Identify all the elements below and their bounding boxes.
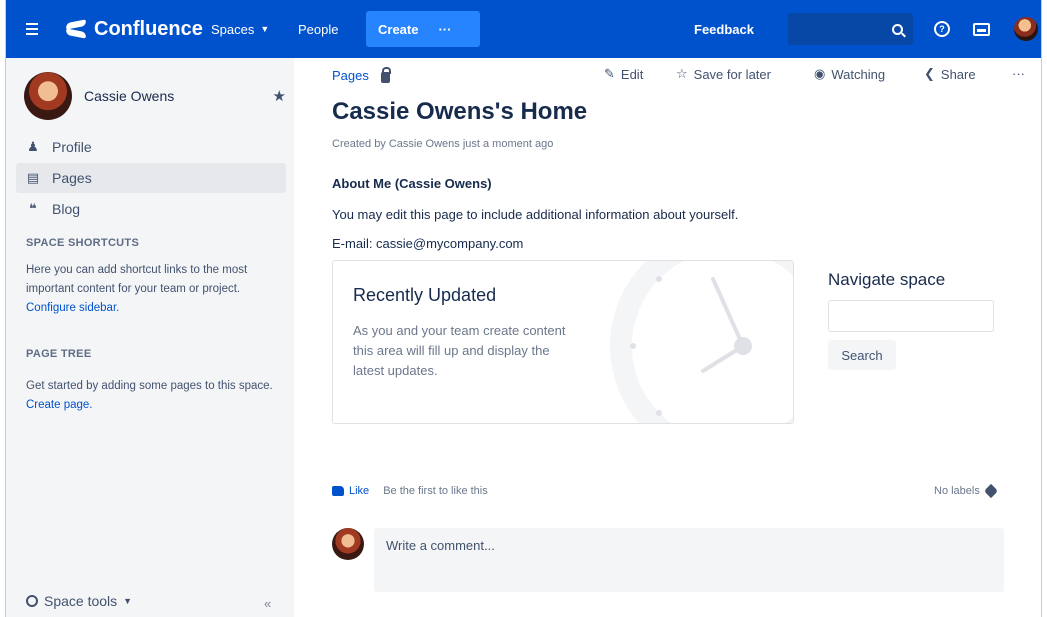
eye-icon: ◉ (814, 66, 826, 81)
more-icon[interactable]: ··· (438, 22, 451, 37)
user-menu[interactable] (1014, 0, 1038, 58)
recently-updated-title: Recently Updated (353, 285, 497, 305)
share-button[interactable]: ❮ Share (924, 66, 976, 82)
tag-icon[interactable] (983, 483, 998, 499)
confluence-logo-icon (66, 19, 86, 39)
sidebar-item-profile[interactable]: ♟ Profile (16, 132, 286, 162)
create-page-link[interactable]: Create page. (26, 399, 93, 411)
like-label: Like (349, 485, 370, 497)
notifications-button[interactable] (973, 0, 990, 58)
watching-button[interactable]: ◉ Watching (814, 66, 885, 82)
shortcuts-description: Here you can add shortcut links to the m… (26, 264, 248, 295)
sidebar-item-label: Pages (52, 170, 92, 186)
confluence-logo[interactable]: Confluence (66, 0, 203, 58)
watch-label: Watching (831, 66, 886, 82)
like-note: Be the first to like this (383, 485, 488, 497)
create-button[interactable]: Create ··· (366, 11, 480, 47)
create-area: Create ··· (366, 0, 480, 58)
quote-icon: ❝ (29, 201, 37, 216)
labels-area: No labels (934, 483, 998, 499)
thumbs-up-icon (332, 486, 344, 496)
recently-updated-text: As you and your team create content this… (353, 323, 566, 378)
sidebar-item-label: Profile (52, 139, 92, 155)
search-input[interactable] (788, 13, 913, 45)
comment-avatar (332, 528, 364, 560)
labels-text: No labels (934, 485, 980, 497)
top-nav-bar: Confluence Spaces ▼ People Create ··· Fe… (6, 0, 1041, 58)
edit-label: Edit (620, 66, 644, 82)
save-label: Save for later (693, 66, 771, 82)
sidebar-item-label: Blog (52, 201, 81, 217)
lock-icon[interactable] (380, 66, 391, 83)
page-tree-description: Get started by adding some pages to this… (26, 380, 273, 392)
pages-icon: ▤ (26, 170, 40, 185)
navigate-search-button[interactable]: Search (828, 340, 896, 370)
pencil-icon: ✎ (604, 66, 615, 81)
help-icon: ? (934, 21, 950, 37)
breadcrumb-pages-link[interactable]: Pages (332, 68, 369, 83)
feedback-link[interactable]: Feedback (694, 0, 754, 58)
sidebar-profile[interactable]: Cassie Owens ★ (24, 68, 286, 124)
more-actions-button[interactable]: ··· (1012, 66, 1025, 81)
space-shortcuts-text: Here you can add shortcut links to the m… (26, 261, 276, 318)
people-link[interactable]: People (298, 0, 338, 58)
comment-input[interactable]: Write a comment... (374, 528, 1004, 592)
person-icon: ♟ (27, 139, 39, 154)
page-title: Cassie Owens's Home (332, 98, 588, 125)
like-button[interactable]: Like (332, 485, 369, 497)
menu-icon[interactable] (24, 0, 40, 58)
like-row: Like Be the first to like this (332, 485, 488, 497)
collapse-sidebar-icon[interactable]: « (264, 596, 271, 611)
email-text: E-mail: cassie@mycompany.com (332, 236, 524, 251)
clock-illustration (610, 261, 793, 423)
create-label: Create (378, 21, 419, 37)
avatar (1014, 17, 1038, 41)
save-for-later-button[interactable]: ☆ Save for later (676, 66, 771, 82)
share-icon: ❮ (924, 66, 935, 81)
configure-sidebar-link[interactable]: Configure sidebar. (26, 302, 119, 314)
search-icon (892, 23, 903, 35)
spaces-label: Spaces (211, 21, 255, 37)
sidebar-item-blog[interactable]: ❝ Blog (16, 194, 286, 224)
share-label: Share (940, 66, 976, 82)
star-outline-icon: ☆ (676, 66, 688, 81)
spaces-menu[interactable]: Spaces ▼ (211, 0, 269, 58)
about-heading: About Me (Cassie Owens) (332, 176, 492, 191)
main-content: Pages ✎ Edit ☆ Save for later ◉ Watching… (294, 58, 1041, 617)
about-text: You may edit this page to include additi… (332, 207, 739, 222)
sidebar: Cassie Owens ★ ♟ Profile ▤ Pages ❝ Blog … (6, 58, 294, 617)
help-button[interactable]: ? (934, 0, 950, 58)
logo-text: Confluence (94, 17, 203, 40)
comment-row: Write a comment... (332, 528, 1004, 592)
gear-icon (26, 595, 38, 607)
recently-updated-card: Recently Updated As you and your team cr… (332, 260, 794, 424)
star-icon[interactable]: ★ (273, 87, 286, 105)
page-tree-text: Get started by adding some pages to this… (26, 377, 276, 415)
sidebar-item-pages[interactable]: ▤ Pages (16, 163, 286, 193)
notifications-icon (973, 22, 990, 36)
breadcrumb: Pages (332, 66, 391, 83)
space-tools-label: Space tools (44, 593, 118, 609)
page-byline: Created by Cassie Owens just a moment ag… (332, 138, 554, 150)
edit-button[interactable]: ✎ Edit (604, 66, 643, 82)
profile-avatar (24, 72, 72, 120)
navigate-space-title: Navigate space (828, 270, 946, 289)
profile-name: Cassie Owens (84, 88, 175, 104)
chevron-down-icon: ▼ (260, 24, 270, 34)
space-shortcuts-heading: SPACE SHORTCUTS (26, 237, 140, 249)
page-tree-heading: PAGE TREE (26, 348, 92, 360)
navigate-space-input[interactable] (828, 300, 994, 332)
chevron-down-icon: ▼ (123, 596, 133, 606)
space-tools-menu[interactable]: Space tools ▼ (26, 593, 132, 609)
app-window: Confluence Spaces ▼ People Create ··· Fe… (5, 0, 1042, 617)
